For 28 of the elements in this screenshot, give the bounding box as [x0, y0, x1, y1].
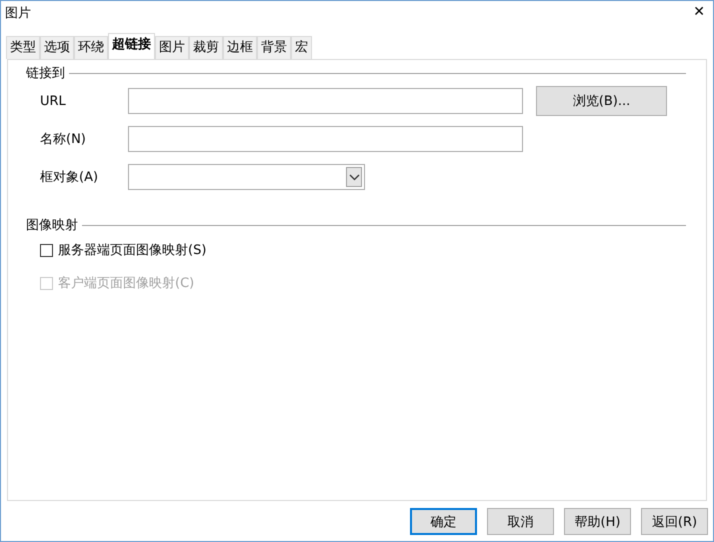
input-field[interactable]	[128, 126, 523, 152]
browse-button[interactable]: 浏览(B)...	[536, 86, 667, 116]
tab[interactable]: 裁剪	[189, 36, 223, 59]
field-label: 框对象(A)	[40, 169, 100, 186]
section-title: 图像映射	[26, 217, 78, 234]
section-title: 链接到	[26, 65, 65, 82]
field-label: URL	[40, 94, 67, 108]
tab[interactable]: 类型	[6, 36, 40, 59]
window-title: 图片	[5, 5, 31, 22]
tab[interactable]: 背景	[257, 36, 291, 59]
checkbox[interactable]	[40, 244, 53, 256]
tab[interactable]: 选项	[40, 36, 74, 59]
close-button[interactable]: ✕	[693, 4, 705, 20]
dialog-button[interactable]: 确定	[410, 508, 477, 535]
dialog-button[interactable]: 返回(R)	[641, 508, 708, 535]
dropdown[interactable]	[128, 164, 365, 190]
checkbox-label: 客户端页面图像映射(C)	[58, 275, 194, 292]
dialog-button[interactable]: 取消	[487, 508, 554, 535]
caret-icon	[346, 167, 362, 187]
tab[interactable]: 边框	[223, 36, 257, 59]
checkbox-label: 服务器端页面图像映射(S)	[58, 242, 206, 259]
input-field[interactable]	[128, 88, 523, 114]
field-label: 名称(N)	[40, 131, 87, 148]
dialog-button[interactable]: 帮助(H)	[564, 508, 631, 535]
tab[interactable]: 超链接	[108, 33, 155, 59]
tab[interactable]: 图片	[155, 36, 189, 59]
tab[interactable]: 宏	[291, 36, 312, 59]
tab[interactable]: 环绕	[74, 36, 108, 59]
